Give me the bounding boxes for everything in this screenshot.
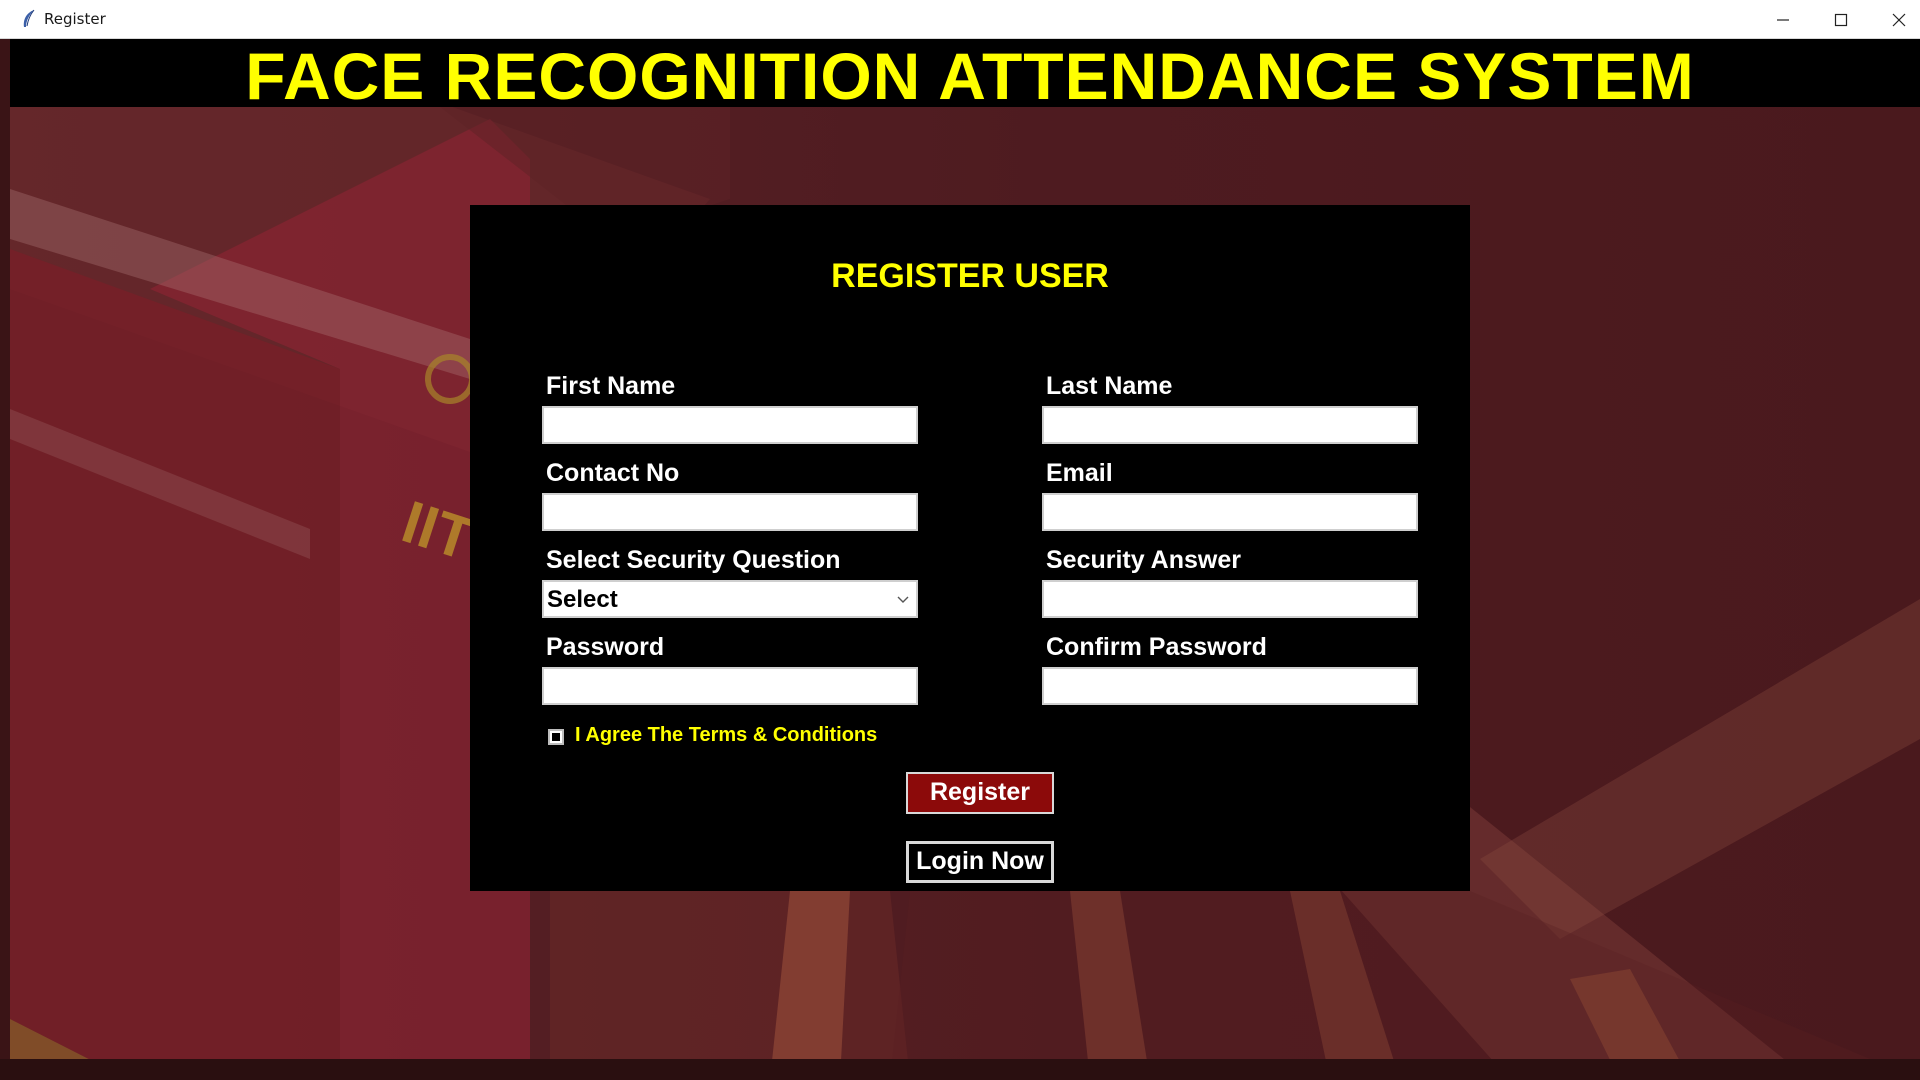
- feather-icon: [23, 9, 35, 27]
- app-window: IIT FACE RECOGNITION ATTENDANCE SYSTEM R…: [10, 39, 1920, 1059]
- confirm-password-input[interactable]: [1042, 667, 1418, 705]
- maximize-button[interactable]: [1812, 0, 1870, 39]
- register-panel: REGISTER USER First Name Last Name Conta…: [470, 205, 1470, 891]
- app-title: FACE RECOGNITION ATTENDANCE SYSTEM: [245, 39, 1695, 113]
- last-name-input[interactable]: [1042, 406, 1418, 444]
- contact-no-label: Contact No: [546, 459, 680, 487]
- maximize-icon: [1834, 13, 1848, 26]
- minimize-button[interactable]: [1754, 0, 1812, 39]
- email-label: Email: [1046, 459, 1113, 487]
- close-button[interactable]: [1870, 0, 1920, 39]
- login-now-button[interactable]: Login Now: [906, 841, 1054, 883]
- security-answer-label: Security Answer: [1046, 546, 1241, 574]
- window-title: Register: [44, 10, 106, 28]
- security-question-label: Select Security Question: [546, 546, 841, 574]
- security-question-select[interactable]: Select: [542, 580, 918, 618]
- password-label: Password: [546, 633, 665, 661]
- minimize-icon: [1777, 18, 1789, 21]
- contact-no-input[interactable]: [542, 493, 918, 531]
- header-banner: FACE RECOGNITION ATTENDANCE SYSTEM: [10, 39, 1920, 113]
- security-answer-input[interactable]: [1042, 580, 1418, 618]
- register-button[interactable]: Register: [906, 772, 1054, 814]
- first-name-label: First Name: [546, 372, 676, 400]
- email-input[interactable]: [1042, 493, 1418, 531]
- agree-terms-checkbox[interactable]: [548, 729, 564, 745]
- window-bottom-edge: [0, 1059, 1920, 1080]
- first-name-input[interactable]: [542, 406, 918, 444]
- chevron-down-icon: [897, 596, 909, 603]
- confirm-password-label: Confirm Password: [1046, 633, 1267, 661]
- window-titlebar: Register: [0, 0, 1920, 39]
- last-name-label: Last Name: [1046, 372, 1173, 400]
- agree-terms-label[interactable]: I Agree The Terms & Conditions: [575, 724, 877, 747]
- password-input[interactable]: [542, 667, 918, 705]
- security-question-value: Select: [547, 586, 618, 613]
- register-title: REGISTER USER: [831, 257, 1109, 295]
- checkbox-fill: [552, 733, 560, 741]
- close-icon: [1892, 13, 1906, 26]
